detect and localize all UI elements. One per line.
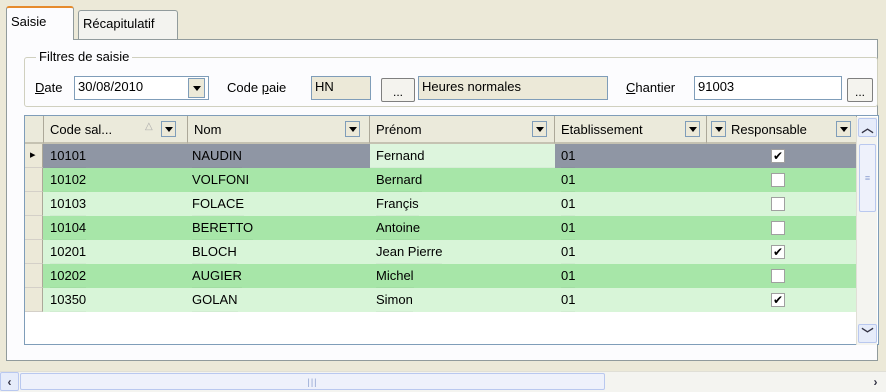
responsable-checkbox[interactable]: ✔ (771, 149, 785, 163)
cell-code[interactable]: 10102 (50, 168, 86, 192)
table-row[interactable]: 10103 FOLACE Françis 01 (25, 192, 857, 216)
cell-code[interactable]: 10103 (50, 192, 86, 216)
column-responsable-menu-button[interactable] (836, 121, 851, 137)
cell-nom[interactable]: VOLFONI (192, 168, 249, 192)
cell-nom[interactable]: AUGIER (192, 264, 242, 288)
responsable-checkbox[interactable] (771, 221, 785, 235)
cell-code[interactable]: 10104 (50, 216, 86, 240)
cell-etablissement[interactable]: 01 (561, 288, 575, 312)
chevron-left-icon: ‹ (7, 374, 12, 389)
responsable-checkbox[interactable] (771, 269, 785, 283)
row-indicator[interactable] (25, 240, 43, 264)
cell-code[interactable]: 10101 (50, 144, 86, 168)
cell-etablissement[interactable]: 01 (561, 240, 575, 264)
responsable-checkbox[interactable]: ✔ (771, 293, 785, 307)
chevron-down-icon (535, 126, 544, 132)
table-row[interactable]: 10202 AUGIER Michel 01 (25, 264, 857, 288)
cell-nom[interactable]: FOLACE (192, 192, 244, 216)
cell-nom[interactable]: BERETTO (192, 216, 253, 240)
row-indicator[interactable] (25, 168, 43, 192)
table-row[interactable]: 10102 VOLFONI Bernard 01 (25, 168, 857, 192)
cell-prenom[interactable]: Fernand (370, 144, 555, 168)
responsable-checkbox[interactable] (771, 173, 785, 187)
column-header-prenom[interactable]: Prénom (370, 116, 555, 144)
horizontal-scrollbar[interactable]: ‹ ||| › (0, 371, 886, 392)
vertical-scroll-thumb[interactable]: ≡ (859, 144, 876, 212)
cell-prenom[interactable]: Simon (376, 288, 413, 312)
grid-header-indicator (25, 116, 44, 144)
date-value: 30/08/2010 (78, 79, 144, 94)
sort-ascending-icon: △ (145, 121, 153, 132)
date-label: Date (35, 80, 63, 95)
cell-code[interactable]: 10201 (50, 240, 86, 264)
row-indicator[interactable] (25, 264, 43, 288)
chevron-down-icon: ﹀ (861, 327, 874, 341)
row-indicator[interactable]: ▸ (25, 144, 43, 168)
tab-recapitulatif[interactable]: Récapitulatif (78, 10, 178, 40)
code-paie-label: Code paie (227, 80, 287, 95)
cell-prenom[interactable]: Bernard (376, 168, 422, 192)
scroll-left-button[interactable]: ‹ (0, 372, 19, 391)
current-row-arrow-icon: ▸ (30, 149, 36, 161)
cell-etablissement[interactable]: 01 (561, 168, 575, 192)
table-row[interactable]: ▸ 10101 NAUDIN Fernand 01 ✔ (25, 144, 857, 168)
cell-prenom[interactable]: Michel (376, 264, 414, 288)
chevron-right-icon: › (873, 374, 878, 389)
cell-code[interactable]: 10350 (50, 288, 86, 312)
chevron-down-icon (192, 85, 201, 91)
date-dropdown-button[interactable] (188, 78, 205, 98)
grid-vertical-scrollbar[interactable]: ︿ ≡ ﹀ (856, 117, 877, 345)
tab-saisie[interactable]: Saisie (6, 6, 74, 40)
scroll-up-button[interactable]: ︿ (858, 118, 877, 137)
cell-prenom[interactable]: Françis (376, 192, 419, 216)
chevron-down-icon (164, 126, 173, 132)
tab-saisie-label: Saisie (11, 14, 47, 29)
column-prenom-filter-button[interactable] (532, 121, 547, 137)
row-indicator[interactable] (25, 192, 43, 216)
cell-etablissement[interactable]: 01 (561, 264, 575, 288)
chevron-down-icon (688, 126, 697, 132)
filters-group-title: Filtres de saisie (36, 49, 133, 64)
table-row[interactable]: 10104 BERETTO Antoine 01 (25, 216, 857, 240)
chantier-input[interactable]: 91003 (694, 76, 842, 100)
cell-nom[interactable]: BLOCH (192, 240, 237, 264)
code-paie-field[interactable]: HN (311, 76, 371, 100)
employees-grid[interactable]: Code sal... △ Nom Prénom Etablissement R… (24, 115, 879, 345)
chevron-down-icon (348, 126, 357, 132)
scroll-right-button[interactable]: › (866, 372, 885, 391)
chantier-browse-button[interactable]: ... (847, 78, 873, 102)
chantier-label: Chantier (626, 80, 676, 95)
cell-nom[interactable]: GOLAN (192, 288, 238, 312)
row-indicator[interactable] (25, 216, 43, 240)
chevron-up-icon: ︿ (861, 121, 874, 135)
code-paie-description-text: Heures normales (422, 79, 521, 94)
cell-etablissement[interactable]: 01 (561, 216, 575, 240)
column-nom-filter-button[interactable] (345, 121, 360, 137)
cell-etablissement[interactable]: 01 (561, 192, 575, 216)
chevron-down-icon (839, 126, 848, 132)
cell-prenom[interactable]: Antoine (376, 216, 420, 240)
cell-etablissement[interactable]: 01 (561, 144, 575, 168)
column-responsable-filter-button[interactable] (711, 121, 726, 137)
table-row[interactable]: 10350 GOLAN Simon 01 ✔ (25, 288, 857, 312)
horizontal-scroll-thumb[interactable]: ||| (20, 373, 605, 390)
responsable-checkbox[interactable] (771, 197, 785, 211)
code-paie-browse-button[interactable]: ... (381, 78, 415, 102)
scroll-down-button[interactable]: ﹀ (858, 324, 877, 343)
row-indicator[interactable] (25, 288, 43, 312)
code-paie-description: Heures normales (418, 76, 608, 100)
cell-code[interactable]: 10202 (50, 264, 86, 288)
column-header-responsable[interactable]: Responsable (707, 116, 857, 144)
tab-recapitulatif-label: Récapitulatif (83, 16, 155, 31)
column-code-filter-button[interactable] (161, 121, 176, 137)
chantier-value: 91003 (698, 79, 735, 94)
cell-nom[interactable]: NAUDIN (192, 144, 242, 168)
column-header-nom[interactable]: Nom (188, 116, 370, 144)
table-row[interactable]: 10201 BLOCH Jean Pierre 01 ✔ (25, 240, 857, 264)
chevron-down-icon (714, 126, 723, 132)
code-paie-value: HN (315, 79, 334, 94)
column-etablissement-filter-button[interactable] (685, 121, 700, 137)
cell-prenom[interactable]: Jean Pierre (376, 240, 442, 264)
responsable-checkbox[interactable]: ✔ (771, 245, 785, 259)
